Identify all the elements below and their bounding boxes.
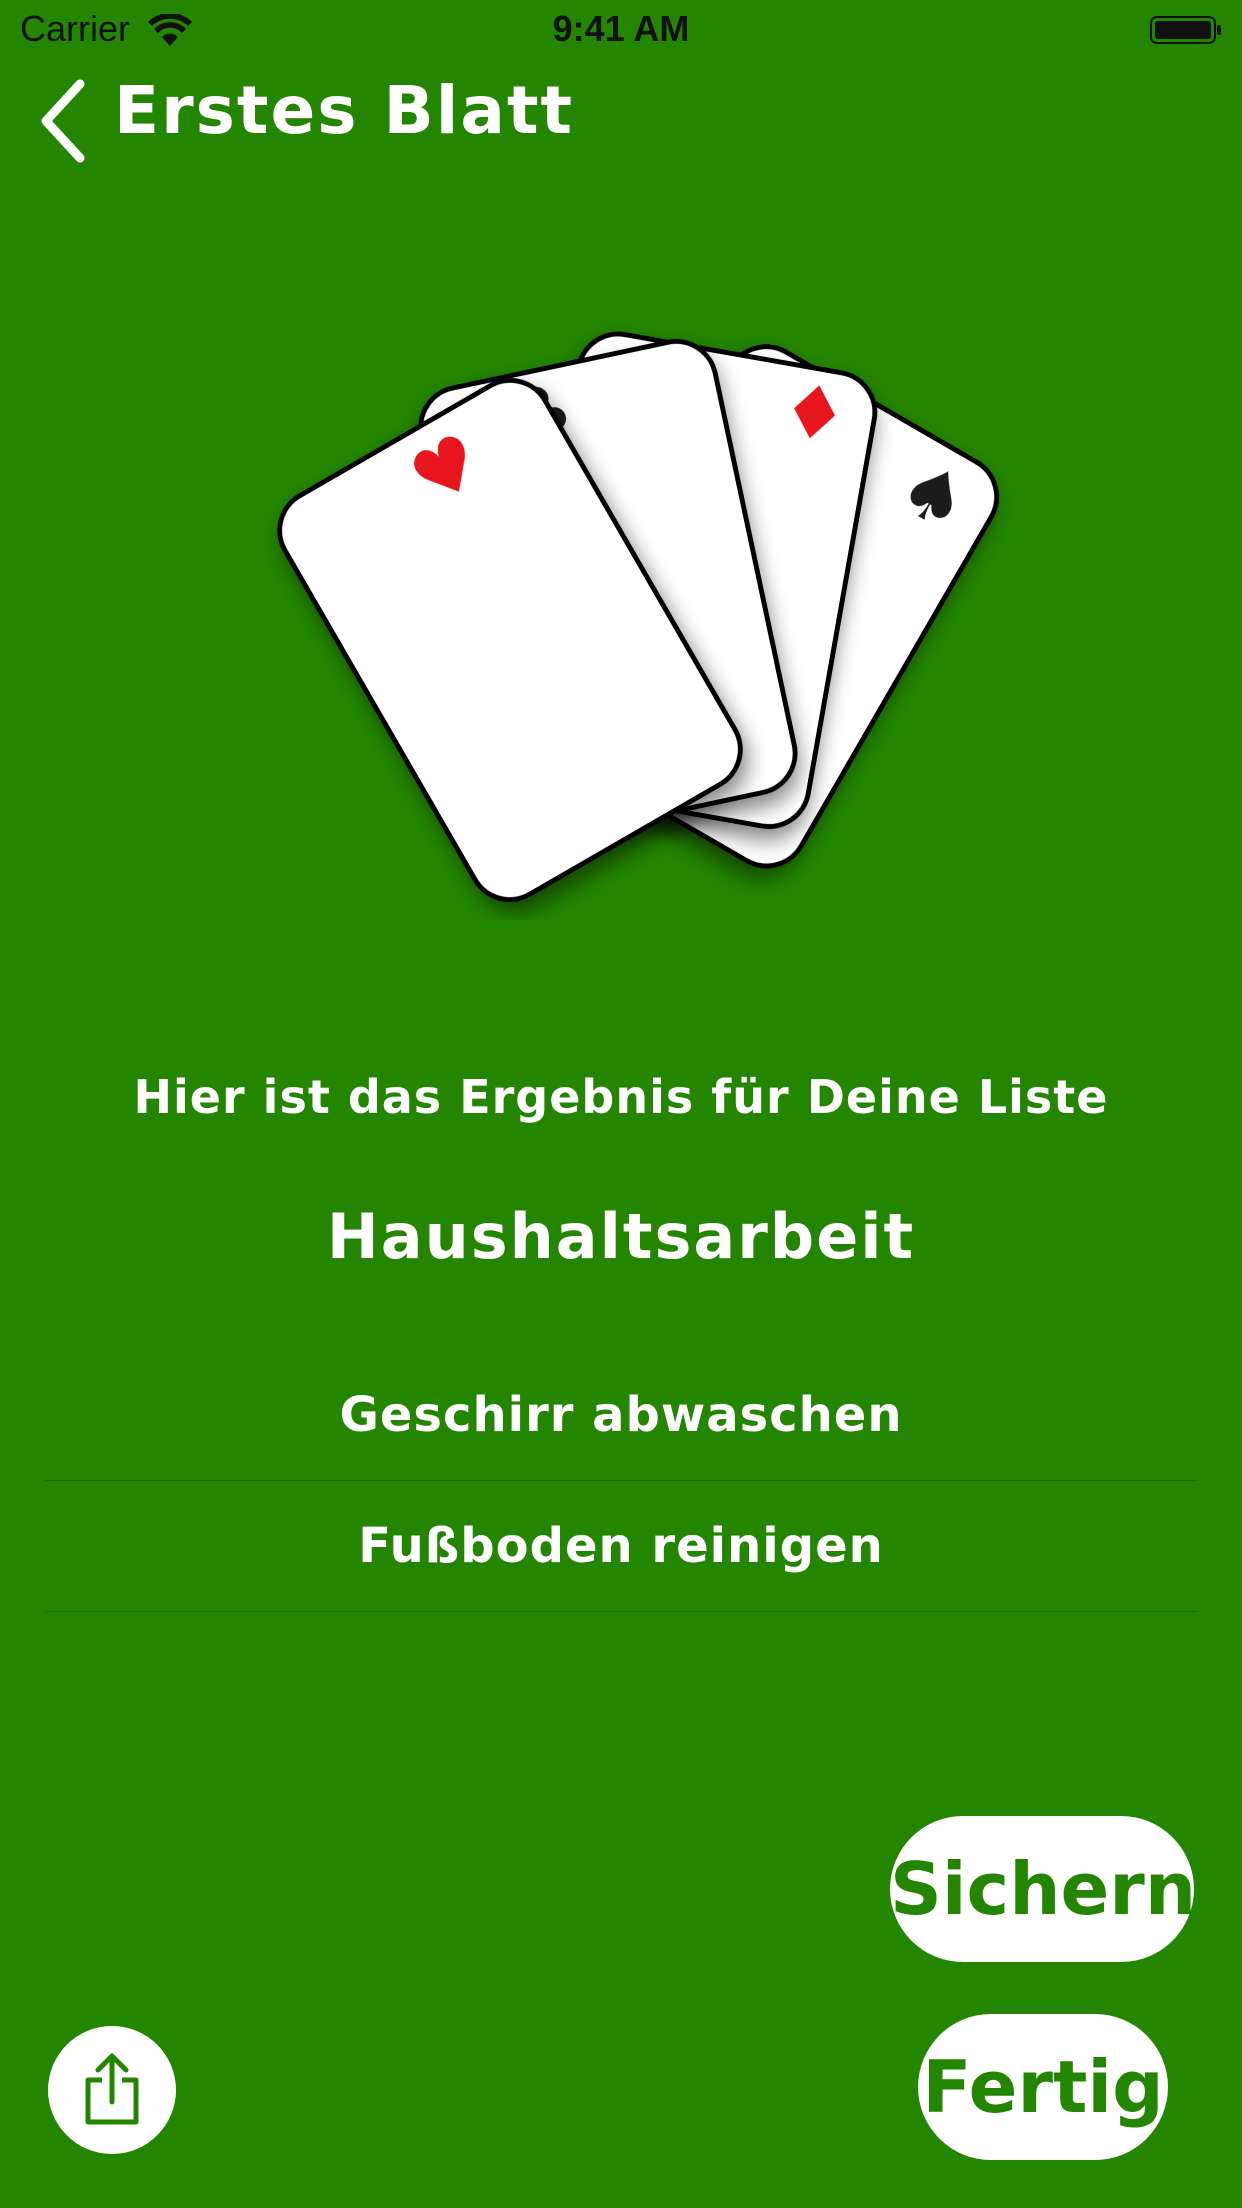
page-title: Erstes Blatt <box>114 72 575 149</box>
result-list: Geschirr abwaschen Fußboden reinigen <box>44 1350 1198 1612</box>
clock-label: 9:41 AM <box>552 8 690 49</box>
chevron-left-icon <box>41 79 85 163</box>
list-item[interactable]: Fußboden reinigen <box>44 1481 1198 1612</box>
playing-cards-illustration: ♠ ♦ ♣ ♥ <box>277 331 1000 903</box>
battery-icon <box>1150 16 1221 44</box>
result-intro-text: Hier ist das Ergebnis für Deine Liste <box>133 1070 1109 1124</box>
share-button[interactable] <box>48 2026 176 2154</box>
navigation-bar: Erstes Blatt <box>0 70 1242 170</box>
save-button[interactable]: Sichern <box>890 1816 1196 1962</box>
list-item[interactable]: Geschirr abwaschen <box>44 1350 1198 1481</box>
share-icon <box>85 2053 139 2125</box>
back-button[interactable] <box>36 78 96 164</box>
list-name: Haushaltsarbeit <box>326 1200 916 1273</box>
status-bar: Carrier 9:41 AM <box>0 0 1242 60</box>
done-button[interactable]: Fertig <box>918 2014 1168 2160</box>
